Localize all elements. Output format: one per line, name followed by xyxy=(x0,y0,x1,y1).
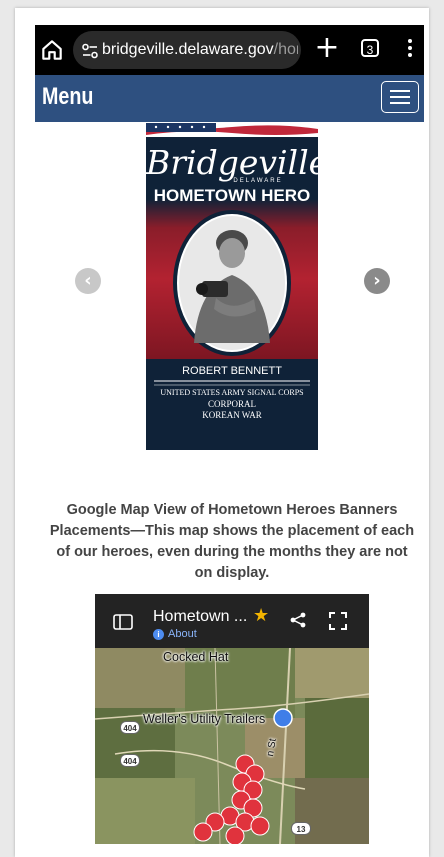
map-label-cocked-hat: Cocked Hat xyxy=(163,650,229,664)
more-menu-icon[interactable] xyxy=(406,39,414,61)
url-host: bridgeville.delaware.gov xyxy=(102,41,274,58)
banner-state: DELAWARE xyxy=(233,178,283,184)
hero-name: ROBERT BENNETT xyxy=(182,365,282,377)
browser-toolbar: bridgeville.delaware.gov/hom + 3 xyxy=(35,25,424,75)
map-about-link[interactable]: About xyxy=(168,628,197,640)
new-tab-icon[interactable]: + xyxy=(314,33,340,64)
hamburger-menu-button[interactable] xyxy=(381,81,419,113)
hero-war: KOREAN WAR xyxy=(202,410,262,420)
carousel-prev-button[interactable]: ‹ xyxy=(75,268,101,294)
share-icon[interactable] xyxy=(290,612,306,628)
route-shield: 13 xyxy=(291,822,311,835)
tabs-icon[interactable]: 3 xyxy=(361,39,379,57)
map-label-wellers: Weller's Utility Trailers xyxy=(143,712,266,726)
route-shield: 404 xyxy=(120,721,140,734)
fullscreen-icon[interactable] xyxy=(329,612,347,630)
info-icon: i xyxy=(153,629,164,640)
home-icon[interactable] xyxy=(39,37,65,63)
chevron-right-icon: › xyxy=(373,270,381,291)
map-header: Hometown ... ★ i About xyxy=(95,594,369,648)
banner-title: HOMETOWN HERO xyxy=(153,186,311,205)
banner-town: Bridgeville xyxy=(146,143,318,182)
chevron-left-icon: ‹ xyxy=(84,270,92,291)
route-shield: 404 xyxy=(120,754,140,767)
carousel-next-button[interactable]: › xyxy=(364,268,390,294)
map-caption: Google Map View of Hometown Heroes Banne… xyxy=(49,502,415,581)
tab-count: 3 xyxy=(366,43,374,57)
google-map-embed[interactable]: Hometown ... ★ i About Cocked Hat Weller… xyxy=(95,594,369,844)
address-bar[interactable]: bridgeville.delaware.gov/hom xyxy=(73,31,301,69)
hero-banner-image: Bridgeville DELAWARE HOMETOWN HERO ROBER… xyxy=(146,123,318,450)
url-text: bridgeville.delaware.gov/hom xyxy=(102,41,298,59)
map-legend-toggle-icon[interactable] xyxy=(113,614,133,630)
hero-unit: UNITED STATES ARMY SIGNAL CORPS xyxy=(160,388,304,397)
map-title: Hometown ... xyxy=(153,608,248,625)
url-path: /hom xyxy=(273,41,298,58)
site-menu-bar: Menu xyxy=(35,75,424,122)
site-settings-icon[interactable] xyxy=(81,42,99,60)
menu-label[interactable]: Menu xyxy=(42,83,93,111)
star-icon[interactable]: ★ xyxy=(253,605,269,626)
hero-rank: CORPORAL xyxy=(207,399,256,409)
